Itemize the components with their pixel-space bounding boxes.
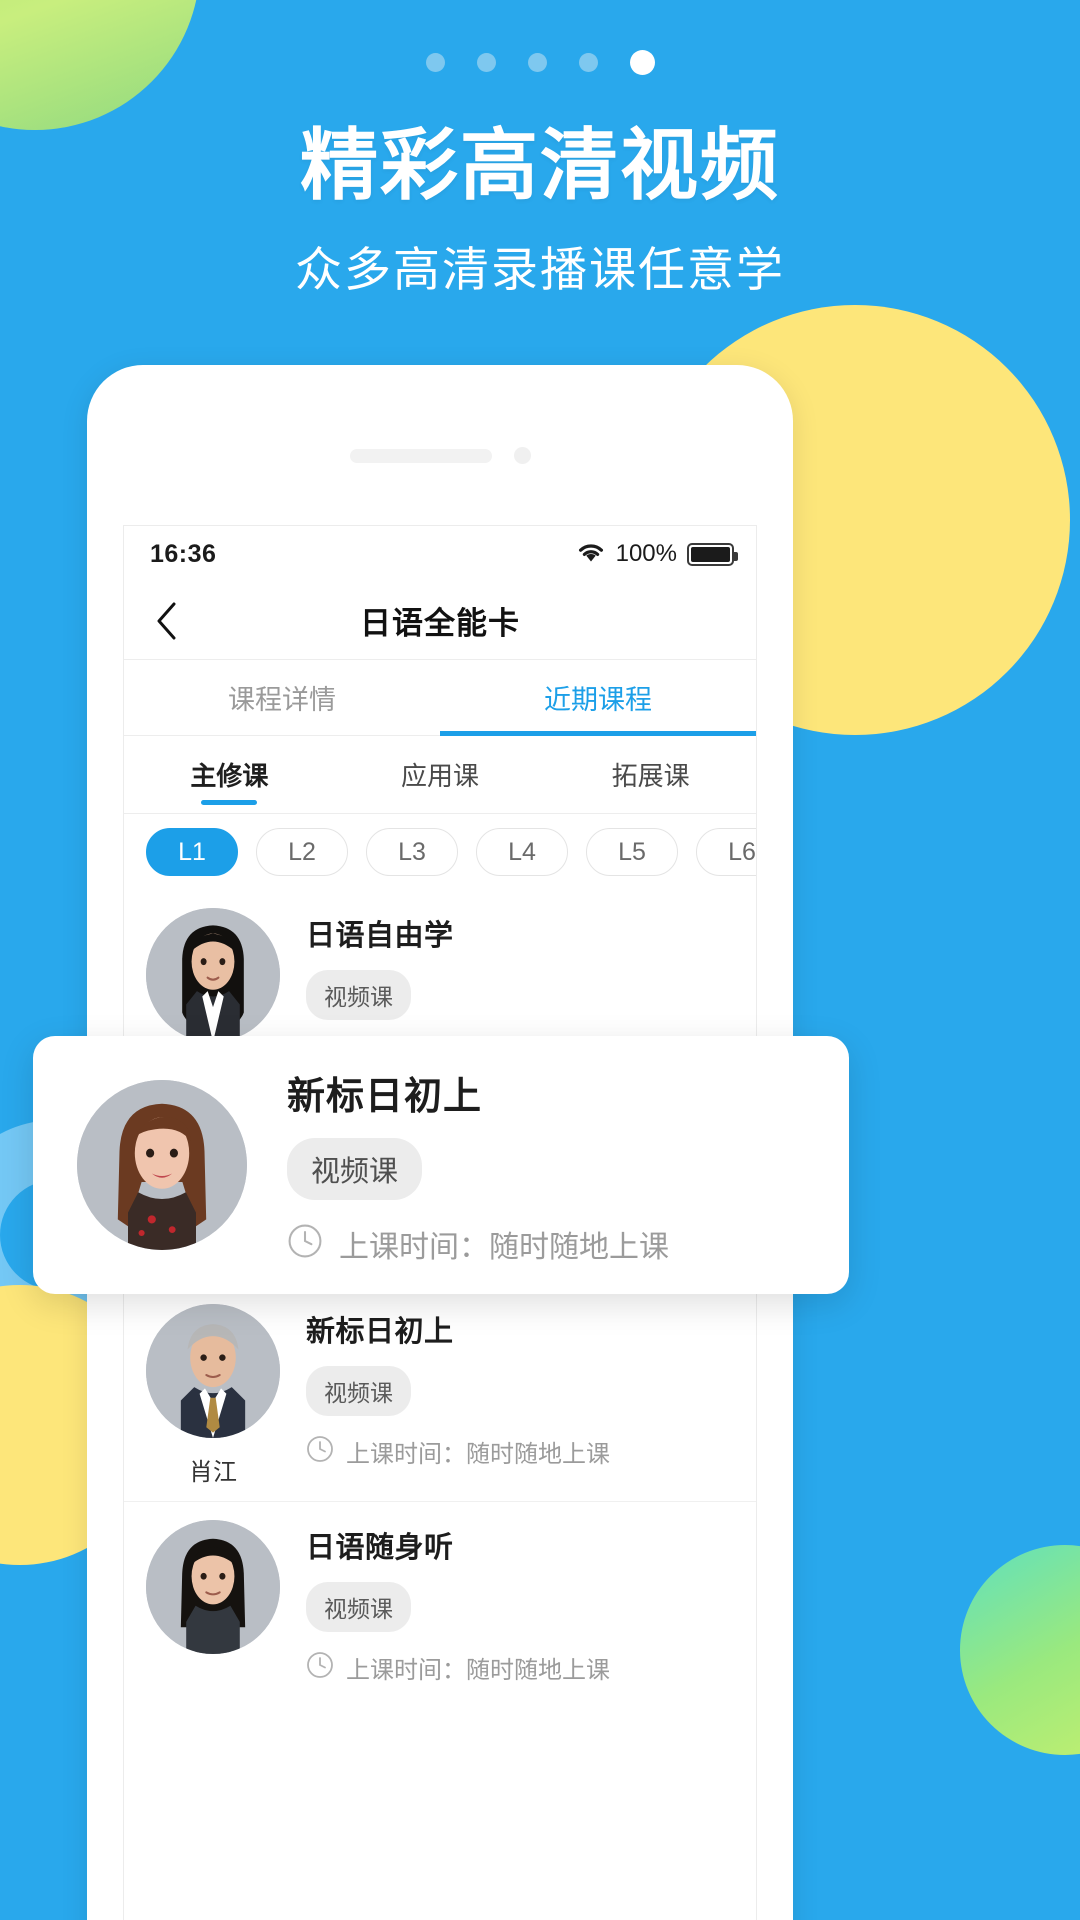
level-chip-l1[interactable]: L1 (146, 828, 238, 876)
teacher-name: 肖江 (189, 1459, 237, 1486)
tab-extended-course[interactable]: 拓展课 (545, 736, 756, 813)
tab-recent-courses[interactable]: 近期课程 (440, 660, 756, 736)
primary-tab-bar: 课程详情 近期课程 (124, 660, 756, 736)
course-info: 日语随身听 视频课 上课时间：随时随地上课 (280, 1520, 734, 1685)
avatar (77, 1080, 247, 1250)
course-time-text: 上课时间：随时随地上课 (346, 1657, 610, 1684)
course-list-item[interactable]: 肖江 新标日初上 视频课 上课时间：随时随地上课 (124, 1286, 756, 1502)
page-title: 日语全能卡 (360, 606, 520, 641)
tab-course-detail[interactable]: 课程详情 (124, 660, 440, 735)
carousel-dot[interactable] (527, 53, 547, 72)
decor-blob-green-bottom-right (960, 1545, 1080, 1755)
course-time-row: 上课时间：随时随地上课 (306, 1650, 734, 1685)
course-list: 日语自由学 视频课 上课时间：随时随地上课 (124, 890, 756, 1699)
navigation-bar: 日语全能卡 (124, 582, 756, 660)
course-type-badge: 视频课 (306, 1366, 411, 1416)
clock-icon (306, 1651, 334, 1684)
course-title: 新标日初上 (287, 1075, 483, 1118)
promo-subheadline: 众多高清录播课任意学 (295, 242, 785, 296)
course-title: 日语随身听 (306, 1532, 454, 1564)
phone-speaker (349, 448, 492, 463)
highlighted-course-card[interactable]: 新标日初上 视频课 上课时间：随时随地上课 (33, 1036, 849, 1294)
teacher-avatar-wrap: 肖江 (146, 1304, 280, 1487)
course-time-text: 上课时间：随时随地上课 (339, 1230, 669, 1264)
carousel-dot-active[interactable] (629, 50, 655, 75)
avatar (146, 1304, 280, 1438)
level-chip-l3[interactable]: L3 (366, 828, 458, 876)
clock-icon (306, 1435, 334, 1468)
carousel-dot[interactable] (476, 53, 496, 72)
promo-page: 精彩高清视频 众多高清录播课任意学 16:36 100% 日语全能卡 课程详情 … (0, 0, 1080, 1920)
avatar (146, 908, 280, 1042)
course-type-badge: 视频课 (306, 970, 411, 1020)
level-chip-l6[interactable]: L6 (696, 828, 756, 876)
level-chip-l2[interactable]: L2 (256, 828, 348, 876)
status-bar-time: 16:36 (150, 539, 217, 568)
carousel-dot[interactable] (425, 53, 445, 72)
level-chip-l4[interactable]: L4 (476, 828, 568, 876)
phone-camera-icon (513, 447, 531, 464)
level-chip-l5[interactable]: L5 (586, 828, 678, 876)
course-time-row: 上课时间：随时随地上课 (306, 1434, 734, 1469)
course-time-text: 上课时间：随时随地上课 (346, 1441, 610, 1468)
status-bar-indicators: 100% (576, 540, 738, 568)
tab-applied-course[interactable]: 应用课 (335, 736, 546, 813)
status-bar: 16:36 100% (124, 526, 756, 582)
promo-headline: 精彩高清视频 (299, 121, 780, 209)
secondary-tab-bar: 主修课 应用课 拓展课 (124, 736, 756, 814)
tab-major-course[interactable]: 主修课 (124, 736, 335, 813)
course-info: 新标日初上 视频课 上课时间：随时随地上课 (247, 1065, 805, 1266)
teacher-avatar-wrap (146, 908, 280, 1056)
course-title: 日语自由学 (306, 920, 454, 952)
carousel-dots (0, 50, 1080, 75)
teacher-avatar-wrap (146, 1520, 280, 1668)
chevron-left-icon[interactable] (146, 601, 186, 641)
clock-icon (287, 1223, 323, 1264)
course-title: 新标日初上 (306, 1316, 454, 1348)
carousel-dot[interactable] (578, 53, 598, 72)
level-filter-row[interactable]: L1 L2 L3 L4 L5 L6 L7 (124, 814, 756, 890)
battery-icon (687, 542, 738, 566)
wifi-icon (576, 541, 606, 568)
phone-earpiece-group (87, 447, 793, 464)
course-list-item[interactable]: 日语随身听 视频课 上课时间：随时随地上课 (124, 1502, 756, 1699)
promo-headline-group: 精彩高清视频 众多高清录播课任意学 (0, 121, 1080, 300)
course-type-badge: 视频课 (287, 1137, 423, 1200)
avatar (146, 1520, 280, 1654)
battery-percent-label: 100% (615, 540, 677, 567)
course-time-row: 上课时间：随时随地上课 (287, 1222, 805, 1266)
course-type-badge: 视频课 (306, 1582, 411, 1632)
course-info: 新标日初上 视频课 上课时间：随时随地上课 (280, 1304, 734, 1469)
